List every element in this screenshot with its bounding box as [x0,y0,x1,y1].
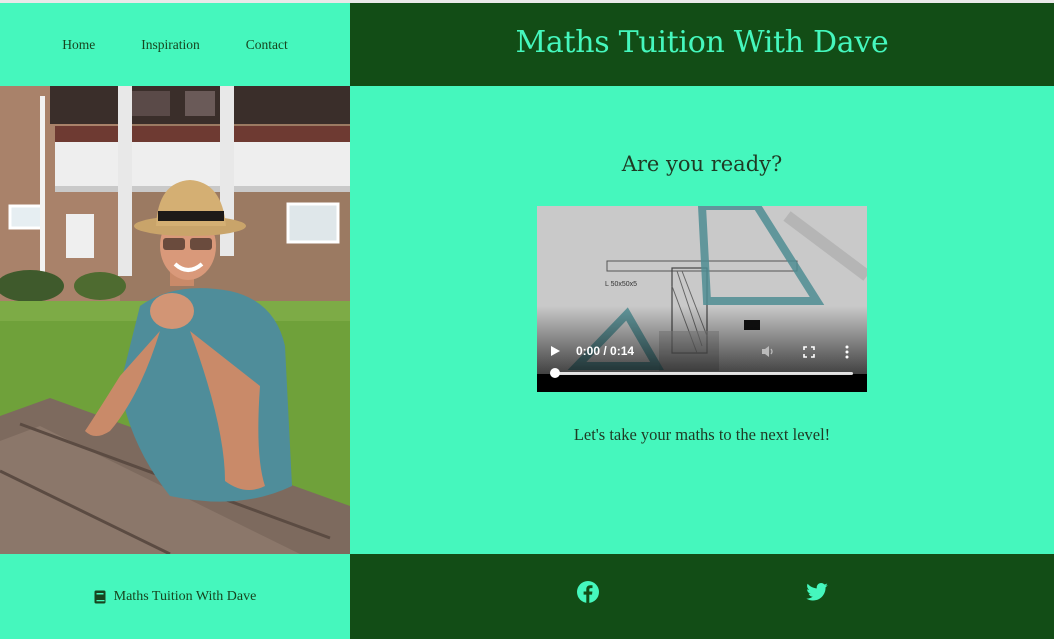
video-time: 0:00 / 0:14 [576,344,635,358]
nav-contact-link[interactable]: Contact [246,37,288,53]
more-options-icon[interactable] [844,345,850,359]
svg-text:L 50x50x5: L 50x50x5 [605,281,637,288]
play-icon[interactable] [551,346,560,356]
nav-home-link[interactable]: Home [62,37,95,53]
main-nav: Home Inspiration Contact [0,3,350,86]
nav-inspiration-link[interactable]: Inspiration [141,37,200,53]
main-content: Are you ready? L 50x50x5 0:00 / 0:14 Let… [350,86,1054,554]
video-player[interactable]: L 50x50x5 0:00 / 0:14 [537,206,867,392]
footer-brand: Maths Tuition With Dave [0,554,350,639]
facebook-icon[interactable] [577,581,599,603]
video-progress-handle[interactable] [550,368,560,378]
fullscreen-icon[interactable] [803,346,815,358]
volume-icon[interactable] [761,345,775,358]
site-title: Maths Tuition With Dave [515,25,889,60]
footer-brand-text: Maths Tuition With Dave [113,588,257,604]
footer-social [350,554,1054,639]
video-progress-track[interactable] [555,372,853,375]
tutor-photo [0,86,350,554]
main-heading: Are you ready? [621,152,783,176]
page: Home Inspiration Contact Maths Tuition W… [0,3,1054,639]
book-icon [94,590,106,603]
tagline: Let's take your maths to the next level! [573,425,831,444]
site-header: Maths Tuition With Dave [350,3,1054,86]
tutor-photo-image [0,86,350,554]
twitter-icon[interactable] [806,583,828,601]
